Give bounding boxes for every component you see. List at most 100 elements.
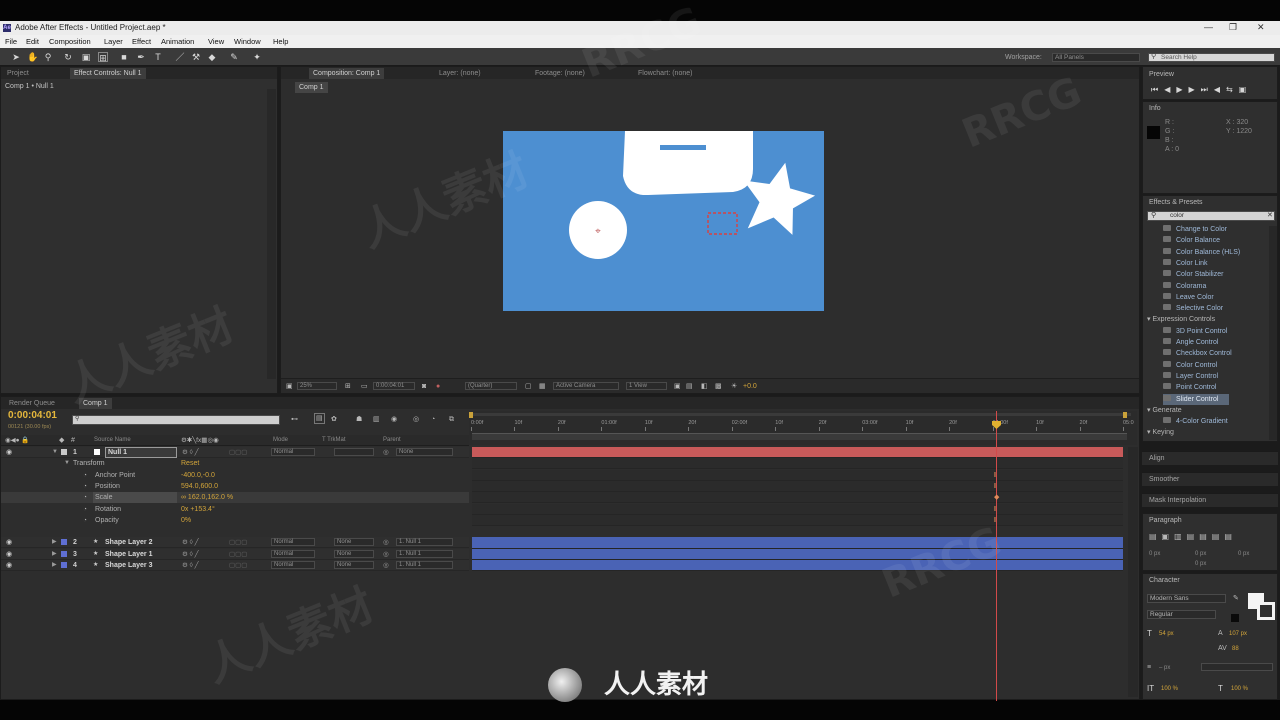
font-size-value[interactable]: 54 px: [1159, 630, 1174, 639]
mask-interpolation-panel[interactable]: Mask Interpolation: [1142, 493, 1278, 507]
composition-canvas[interactable]: ⌖: [503, 131, 824, 311]
puppet-tool-icon[interactable]: ✦: [252, 52, 262, 62]
leading-value[interactable]: 107 px: [1229, 630, 1247, 639]
effect-item[interactable]: Colorama: [1163, 281, 1206, 292]
menu-help[interactable]: Help: [273, 37, 288, 46]
pen-tool-icon[interactable]: ✒: [136, 52, 146, 62]
keyframe-marker[interactable]: I: [994, 505, 996, 514]
fast-previews-icon[interactable]: ▤: [686, 382, 693, 391]
vertical-scale-value[interactable]: 100 %: [1161, 685, 1178, 694]
clone-stamp-tool-icon[interactable]: ⚒: [191, 52, 201, 62]
black-swatch[interactable]: [1231, 614, 1239, 622]
indent-right-value[interactable]: 0 px: [1195, 550, 1206, 559]
hand-tool-icon[interactable]: ✋: [27, 52, 38, 62]
menu-animation[interactable]: Animation: [161, 37, 194, 46]
stroke-type-dropdown[interactable]: [1201, 663, 1273, 671]
brush-tool-icon[interactable]: ／: [175, 52, 185, 62]
indent-left-value[interactable]: 0 px: [1149, 550, 1160, 559]
eraser-tool-icon[interactable]: ◆: [207, 52, 217, 62]
tab-footage[interactable]: Footage: (none): [535, 68, 585, 79]
transparency-grid-icon[interactable]: ▦: [539, 382, 546, 391]
effect-item[interactable]: Layer Control: [1163, 371, 1218, 382]
flowchart-icon[interactable]: ▩: [715, 382, 722, 391]
rounded-rect-shape[interactable]: [623, 131, 753, 196]
effect-item[interactable]: Angle Control: [1163, 337, 1218, 348]
toggle-pixel-aspect-icon[interactable]: ▣: [674, 382, 681, 391]
layer-duration-bar[interactable]: [472, 537, 1123, 549]
timeline-icon[interactable]: ◧: [701, 382, 708, 391]
snapshot-icon[interactable]: ◙: [422, 382, 426, 391]
effect-item[interactable]: Color Balance (HLS): [1163, 247, 1240, 258]
layer-duration-bar[interactable]: [472, 548, 1123, 560]
scrollbar[interactable]: [267, 89, 276, 379]
indent-first-value[interactable]: 0 px: [1238, 550, 1249, 559]
effect-item[interactable]: Selective Color: [1163, 303, 1223, 314]
region-of-interest-icon[interactable]: ▢: [525, 382, 532, 391]
effect-item[interactable]: Color Stabilizer: [1163, 269, 1223, 280]
space-after-value[interactable]: 0 px: [1195, 560, 1206, 569]
close-icon[interactable]: ✕: [1257, 22, 1265, 33]
channel-icon[interactable]: ●: [436, 382, 440, 391]
effect-item[interactable]: Checkbox Control: [1163, 348, 1232, 359]
smoother-panel[interactable]: Smoother: [1142, 472, 1278, 486]
zoom-dropdown[interactable]: 25%: [297, 382, 337, 390]
view-layout-dropdown[interactable]: 1 View: [626, 382, 667, 390]
mask-visibility-icon[interactable]: ▭: [361, 382, 368, 391]
roto-brush-tool-icon[interactable]: ✎: [229, 52, 239, 62]
pan-behind-tool-icon[interactable]: ⊞: [98, 52, 108, 63]
layer-duration-bar[interactable]: [472, 447, 1123, 458]
preview-controls-icon[interactable]: ⏮◀▶▶⏭◀⇆▣: [1151, 85, 1252, 94]
playhead-handle[interactable]: [992, 421, 1001, 429]
comp-timecode-field[interactable]: 0:00:04:01: [373, 382, 415, 390]
effect-item[interactable]: Point Control: [1163, 382, 1216, 393]
zoom-tool-icon[interactable]: ⚲: [43, 52, 53, 62]
keyframe-marker[interactable]: I: [994, 482, 996, 491]
resolution-dropdown[interactable]: (Quarter): [465, 382, 517, 390]
exposure-value[interactable]: +0.0: [743, 382, 757, 391]
stroke-color-swatch[interactable]: [1257, 602, 1275, 620]
effect-item[interactable]: Leave Color: [1163, 292, 1214, 303]
font-style-dropdown[interactable]: Regular: [1147, 610, 1216, 619]
keyframe-marker[interactable]: I: [994, 516, 996, 525]
camera-dropdown[interactable]: Active Camera: [553, 382, 619, 390]
always-preview-icon[interactable]: ▣: [286, 382, 293, 391]
comp-sub-tab[interactable]: Comp 1: [295, 82, 328, 93]
horizontal-scale-value[interactable]: 100 %: [1231, 685, 1248, 694]
timeline-scrollbar[interactable]: [1128, 447, 1138, 697]
effect-item[interactable]: Slider Control: [1163, 393, 1229, 405]
camera-tool-icon[interactable]: ▣: [81, 52, 91, 62]
reset-exposure-icon[interactable]: ☀: [731, 382, 737, 391]
effects-search-input[interactable]: color: [1147, 211, 1275, 221]
eyedropper-icon[interactable]: ✎: [1233, 594, 1239, 603]
keyframe-marker[interactable]: I: [994, 471, 996, 480]
paragraph-align-icons[interactable]: ▤▣▥▤▤▤▤: [1149, 532, 1237, 541]
layer-duration-bar[interactable]: [472, 560, 1123, 572]
kerning-value[interactable]: 88: [1232, 645, 1239, 654]
maximize-icon[interactable]: ❐: [1229, 22, 1237, 33]
align-panel[interactable]: Align: [1142, 451, 1278, 465]
type-tool-icon[interactable]: T: [153, 52, 163, 62]
stroke-width-value[interactable]: – px: [1159, 664, 1170, 673]
title-safe-icon[interactable]: ⊞: [345, 382, 351, 391]
workspace-dropdown[interactable]: All Panels: [1052, 53, 1140, 62]
effect-item[interactable]: 4-Color Gradient: [1163, 416, 1228, 427]
tab-layer[interactable]: Layer: (none): [439, 68, 481, 79]
menu-edit[interactable]: Edit: [26, 37, 39, 46]
tab-project[interactable]: Project: [7, 68, 29, 79]
search-help-input[interactable]: Search Help: [1148, 53, 1275, 62]
tab-flowchart[interactable]: Flowchart: (none): [638, 68, 692, 79]
font-family-dropdown[interactable]: Modern Sans: [1147, 594, 1226, 603]
menu-file[interactable]: File: [5, 37, 17, 46]
effects-category[interactable]: ▾ Generate: [1147, 405, 1182, 416]
effect-item[interactable]: Color Balance: [1163, 235, 1220, 246]
effects-category[interactable]: ▾ Keying: [1147, 427, 1174, 438]
menu-window[interactable]: Window: [234, 37, 261, 46]
effect-item[interactable]: Change to Color: [1163, 224, 1227, 235]
selection-tool-icon[interactable]: ➤: [11, 52, 21, 62]
menu-layer[interactable]: Layer: [104, 37, 123, 46]
rotate-tool-icon[interactable]: ↻: [63, 52, 73, 62]
effect-item[interactable]: 3D Point Control: [1163, 326, 1227, 337]
menu-composition[interactable]: Composition: [49, 37, 91, 46]
clear-search-icon[interactable]: ✕: [1267, 211, 1273, 220]
effects-category[interactable]: ▾ Expression Controls: [1147, 314, 1215, 325]
